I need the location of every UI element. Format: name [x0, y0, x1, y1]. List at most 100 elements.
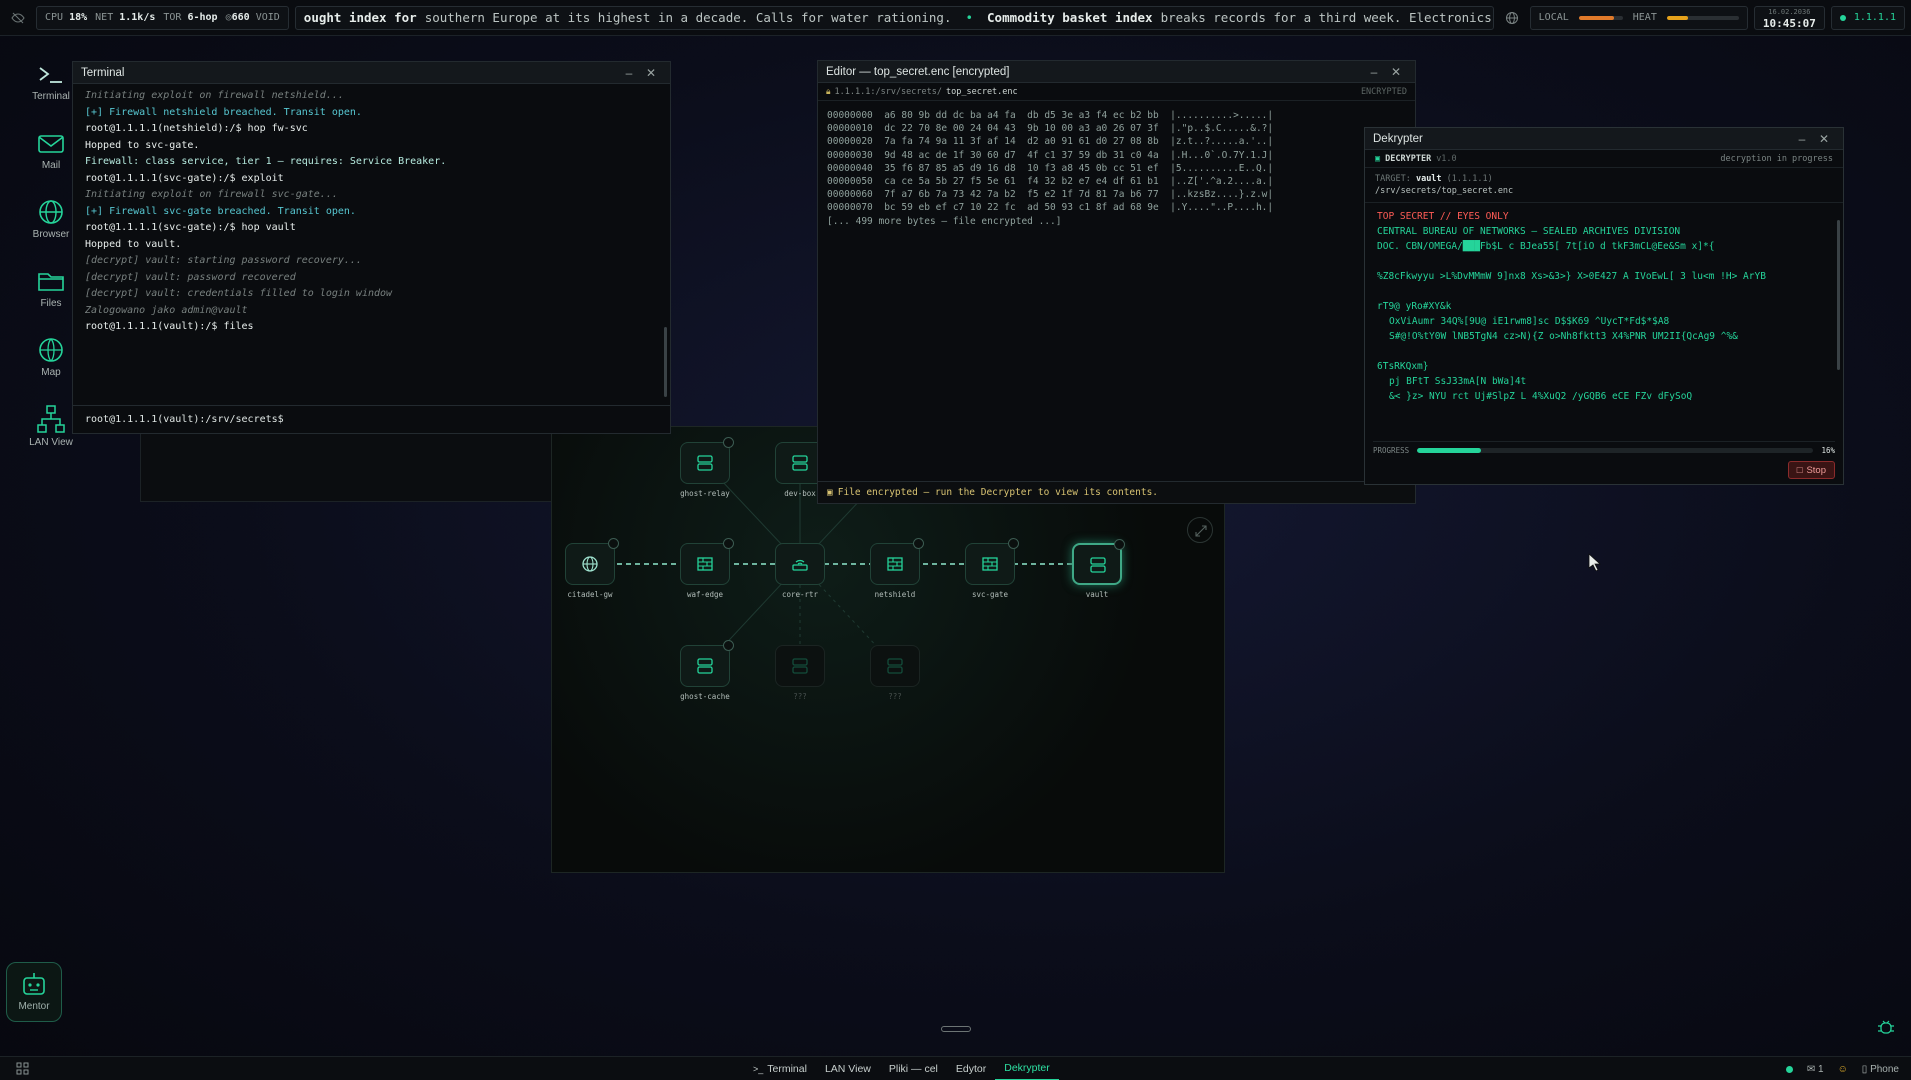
minimize-icon[interactable]: – [1363, 65, 1385, 79]
terminal-input[interactable]: root@1.1.1.1(vault):/srv/secrets$ [73, 405, 670, 433]
decrypted-line: pj BFtT SsJ33mA[N bWa]4t [1389, 376, 1527, 387]
path-prefix: 1.1.1.1:/srv/secrets/ [834, 86, 942, 97]
decrypted-line: &< }z> NYU rct Uj#SlpZ L 4%XuQ2 /yGQB6 e… [1389, 391, 1693, 402]
taskbar-item-pliki-cel[interactable]: Pliki — cel [880, 1057, 947, 1080]
taskbar-item-label: Dekrypter [1004, 1062, 1050, 1074]
dock-label: Files [40, 298, 62, 309]
heat-meter-label: HEAT [1632, 12, 1657, 23]
decrypted-line: TOP SECRET // EYES ONLY [1377, 211, 1509, 222]
dekrypter-window[interactable]: Dekrypter – ✕ ▣ DECRYPTER v1.0 decryptio… [1364, 127, 1844, 485]
map-icon [39, 338, 63, 362]
terminal-line: Firewall: class service, tier 1 — requir… [85, 156, 447, 167]
encrypted-badge: ENCRYPTED [1360, 86, 1407, 97]
visibility-off-icon[interactable] [6, 6, 30, 30]
terminal-line: [decrypt] vault: starting password recov… [85, 255, 362, 266]
taskbar-item-label: LAN View [824, 1063, 871, 1075]
taskbar-item-edytor[interactable]: Edytor [947, 1057, 995, 1080]
lan-node-citadel-gw[interactable] [565, 538, 619, 585]
server-icon [697, 455, 713, 471]
target-path: /srv/secrets/top_secret.enc [1375, 186, 1514, 196]
terminal-icon [39, 67, 62, 83]
ticker-text: breaks records for a third week. Electro… [1160, 10, 1493, 25]
minimize-icon[interactable]: – [1791, 132, 1813, 146]
void-stat: ◎660 VOID [225, 12, 280, 23]
lan-node-unknown-1[interactable] [775, 645, 825, 687]
terminal-output: Initiating exploit on firewall netshield… [73, 84, 670, 402]
clock-time: 10:45:07 [1762, 16, 1816, 30]
lan-node-ghost-cache[interactable] [680, 640, 734, 687]
editor-window[interactable]: Editor — top_secret.enc [encrypted] – ✕ … [817, 60, 1416, 504]
terminal-titlebar[interactable]: Terminal – ✕ [73, 62, 670, 84]
lan-node-svc-gate[interactable] [965, 538, 1019, 585]
lan-node-unknown-2[interactable] [870, 645, 920, 687]
system-stats: CPU 18% NET 1.1k/s TOR 6-hop ◎660 VOID [36, 5, 289, 30]
zoom-fit-button[interactable] [1187, 517, 1213, 543]
lan-node-waf-edge[interactable] [680, 538, 734, 585]
stop-square-icon: □ [1796, 464, 1803, 476]
local-meter [1578, 15, 1623, 20]
hex-line: 00000000 a6 80 9b dd dc ba a4 fa db d5 3… [827, 110, 1274, 121]
decrypted-line: %Z8cFkwyyu >L%DvMMmW 9]nx8 Xs>&3>} X>0E4… [1377, 271, 1766, 282]
ticker-headline: ought index for [303, 10, 417, 25]
taskbar-item-lan-view[interactable]: LAN View [816, 1057, 880, 1080]
lan-node-netshield[interactable] [870, 538, 924, 585]
taskbar-item-dekrypter[interactable]: Dekrypter [995, 1057, 1059, 1080]
hex-line: [... 499 more bytes — file encrypted ...… [827, 215, 1062, 227]
face-icon[interactable]: ☺ [1838, 1064, 1848, 1075]
hex-line: 00000010 dc 22 70 8e 00 24 04 43 9b 10 0… [827, 123, 1274, 135]
lan-node-label: citadel-gw [567, 590, 613, 599]
close-icon[interactable]: ✕ [1385, 65, 1407, 79]
minimize-icon[interactable]: – [618, 66, 640, 80]
decryption-status: decryption in progress [1720, 153, 1833, 164]
terminal-line: [+] Firewall netshield breached. Transit… [85, 106, 362, 118]
mentor-button[interactable]: Mentor [6, 962, 62, 1022]
mail-small-icon: ✉ [1806, 1063, 1816, 1075]
clock-date: 16.02.2036 [1768, 7, 1811, 16]
terminal-line: Hopped to vault. [85, 238, 182, 250]
terminal-line: root@1.1.1.1(netshield):/$ hop fw-svc [85, 123, 308, 134]
phone-tray[interactable]: ▯ Phone [1862, 1064, 1899, 1075]
lan-node-label: svc-gate [971, 590, 1009, 599]
scrollbar[interactable] [664, 327, 667, 397]
taskbar-item-label: Edytor [955, 1063, 987, 1075]
lock-icon [608, 538, 619, 549]
debug-icon[interactable] [1877, 1018, 1895, 1036]
terminal-small-icon: >_ [753, 1064, 764, 1074]
home-indicator[interactable] [941, 1026, 971, 1032]
online-dot-icon [1839, 14, 1846, 21]
editor-path-bar: 🔒︎ 1.1.1.1:/srv/secrets/ top_secret.enc … [818, 83, 1415, 101]
mail-tray[interactable]: ✉ 1 [1807, 1064, 1824, 1075]
tor-stat: TOR 6-hop [163, 12, 218, 23]
editor-status: ▣ File encrypted — run the Decrypter to … [818, 481, 1415, 503]
server-icon [1090, 557, 1106, 573]
scrollbar[interactable] [1837, 220, 1840, 370]
stop-button[interactable]: □ Stop [1787, 461, 1835, 479]
editor-titlebar[interactable]: Editor — top_secret.enc [encrypted] – ✕ [818, 61, 1415, 83]
terminal-line: root@1.1.1.1(svc-gate):/$ exploit [85, 172, 284, 184]
close-icon[interactable]: ✕ [1813, 132, 1835, 146]
taskbar-tray: ✉ 1 ☺ ▯ Phone [1785, 1057, 1899, 1080]
terminal-window[interactable]: Terminal – ✕ Initiating exploit on firew… [72, 61, 671, 434]
progress-fill [1417, 447, 1481, 453]
lan-node-label: ghost-cache [680, 692, 730, 701]
dock-label: Map [41, 367, 61, 378]
globe-icon [39, 200, 63, 224]
target-host: vault [1415, 174, 1442, 184]
lock-icon [1114, 539, 1125, 550]
apps-grid-icon[interactable] [16, 1062, 29, 1078]
status-dot-icon [1785, 1065, 1793, 1073]
lan-node-vault[interactable] [1072, 539, 1125, 585]
hex-line: 00000040 35 f6 87 85 a5 d9 16 d8 10 f3 a… [827, 162, 1274, 174]
close-icon[interactable]: ✕ [640, 66, 662, 80]
mail-icon [38, 135, 64, 153]
taskbar-item-terminal[interactable]: >_ Terminal [744, 1057, 816, 1080]
lan-node-core-rtr[interactable] [775, 543, 825, 585]
dekrypter-titlebar[interactable]: Dekrypter – ✕ [1365, 128, 1843, 150]
ip-indicator[interactable]: 1.1.1.1 [1830, 5, 1905, 30]
lan-node-ghost-relay[interactable] [680, 437, 734, 484]
server-icon [792, 658, 808, 674]
network-globe-icon[interactable] [1500, 6, 1524, 30]
trace-meters: LOCAL HEAT [1529, 5, 1748, 30]
warning-file-icon: ▣ [827, 487, 833, 498]
terminal-line: Zalogowano jako admin@vault [85, 304, 248, 316]
